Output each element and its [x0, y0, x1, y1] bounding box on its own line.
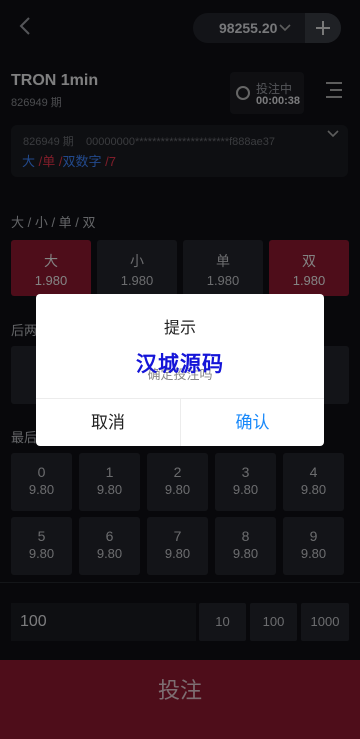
dialog-title: 提示: [163, 320, 196, 337]
confirm-dialog: 提示 确定投注吗 汉城源码 取消 确认: [36, 294, 324, 446]
dialog-cancel-button[interactable]: 取消: [36, 399, 180, 446]
dialog-confirm-button[interactable]: 确认: [181, 399, 324, 446]
watermark-text: 汉城源码: [136, 353, 224, 376]
